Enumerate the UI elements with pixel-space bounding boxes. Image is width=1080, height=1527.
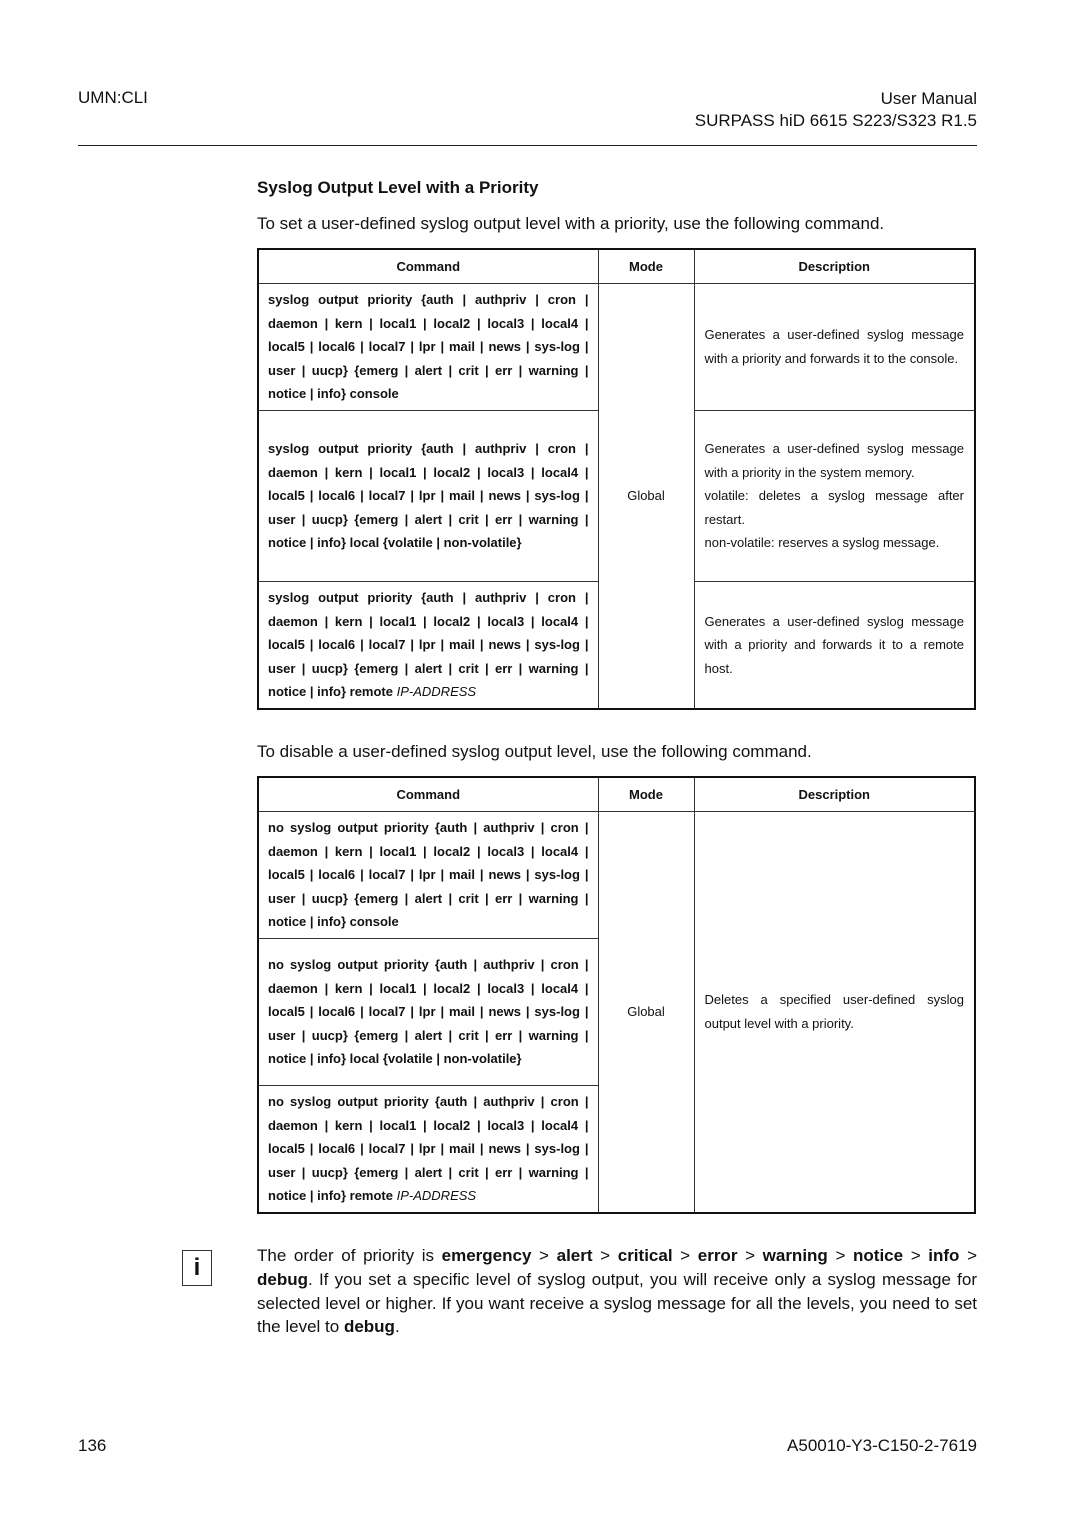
note-keyword: debug <box>257 1269 308 1289</box>
note-text: > <box>592 1246 618 1265</box>
column-header-command: Command <box>257 248 599 284</box>
document-id: A50010-Y3-C150-2-7619 <box>787 1436 977 1455</box>
section-title: Syslog Output Level with a Priority <box>257 178 539 197</box>
header-manual-label: User Manual <box>880 89 977 108</box>
command-cell: syslog output priority {auth | authpriv … <box>257 283 599 411</box>
description-volatile: volatile: deletes a syslog message after… <box>704 488 965 527</box>
command-text: syslog output priority {auth | authpriv … <box>268 292 589 402</box>
note-keyword: info <box>928 1246 960 1265</box>
description-text: Generates a user-defined syslog message … <box>704 440 965 480</box>
table-row: syslog output priority {auth | authpriv … <box>257 282 976 710</box>
disable-command-table: Command Mode Description no syslog outpu… <box>257 776 976 1214</box>
note-text: > <box>827 1246 854 1265</box>
note-keyword: error <box>697 1246 738 1265</box>
note-text: > <box>737 1246 763 1265</box>
note-text: > <box>959 1246 978 1265</box>
mode-cell: Global <box>597 282 695 710</box>
column-header-description: Description <box>693 776 976 812</box>
note-text: > <box>903 1246 929 1265</box>
header-section-label: UMN:CLI <box>78 88 148 107</box>
description-non-volatile: non-volatile: reserves a syslog message. <box>704 535 940 551</box>
table-header-row: Command Mode Description <box>257 776 976 812</box>
command-cell: no syslog output priority {auth | authpr… <box>257 811 599 939</box>
note-keyword: emergency <box>441 1246 532 1265</box>
command-text: no syslog output priority {auth | authpr… <box>268 820 589 930</box>
description-cell: Generates a user-defined syslog message … <box>693 409 976 582</box>
command-argument: IP-ADDRESS <box>396 1188 477 1204</box>
note-text: . <box>394 1317 400 1337</box>
note-keyword: warning <box>762 1246 828 1265</box>
note-keyword: notice <box>853 1246 904 1265</box>
note-text: The order of priority is <box>257 1246 442 1265</box>
set-command-table: Command Mode Description syslog output p… <box>257 248 976 710</box>
column-header-mode: Mode <box>597 776 695 812</box>
info-icon: i <box>182 1250 212 1286</box>
column-header-mode: Mode <box>597 248 695 284</box>
header-product-label: SURPASS hiD 6615 S223/S323 R1.5 <box>694 111 977 130</box>
note-text: > <box>672 1246 698 1265</box>
note-keyword: critical <box>617 1246 673 1265</box>
command-text: no syslog output priority {auth | authpr… <box>268 1093 589 1204</box>
column-header-description: Description <box>693 248 976 284</box>
column-header-command: Command <box>257 776 599 812</box>
intro-set-text: To set a user-defined syslog output leve… <box>257 214 885 233</box>
description-cell: Generates a user-defined syslog message … <box>693 580 976 710</box>
table-row: no syslog output priority {auth | authpr… <box>257 810 976 1214</box>
command-text: no syslog output priority {auth | authpr… <box>268 956 589 1067</box>
intro-disable-text: To disable a user-defined syslog output … <box>257 742 812 761</box>
command-argument: IP-ADDRESS <box>396 684 477 700</box>
mode-cell: Global <box>597 810 695 1214</box>
note-text: > <box>531 1246 557 1265</box>
command-cell: no syslog output priority {auth | authpr… <box>257 1084 599 1214</box>
page-number: 136 <box>78 1436 107 1455</box>
command-cell: syslog output priority {auth | authpriv … <box>257 580 599 710</box>
description-cell: Generates a user-defined syslog message … <box>693 283 976 411</box>
header-divider <box>78 145 977 146</box>
command-text: syslog output priority {auth | authpriv … <box>268 440 589 551</box>
priority-note: The order of priority is emergency > ale… <box>257 1244 977 1339</box>
command-cell: syslog output priority {auth | authpriv … <box>257 409 599 582</box>
command-cell: no syslog output priority {auth | authpr… <box>257 937 599 1086</box>
description-cell: Deletes a specified user-defined syslog … <box>693 810 976 1214</box>
header-doc-title: User Manual SURPASS hiD 6615 S223/S323 R… <box>695 88 977 132</box>
note-keyword: alert <box>556 1246 593 1265</box>
command-text: syslog output priority {auth | authpriv … <box>268 589 589 700</box>
table-header-row: Command Mode Description <box>257 248 976 284</box>
note-keyword: debug <box>343 1317 395 1337</box>
